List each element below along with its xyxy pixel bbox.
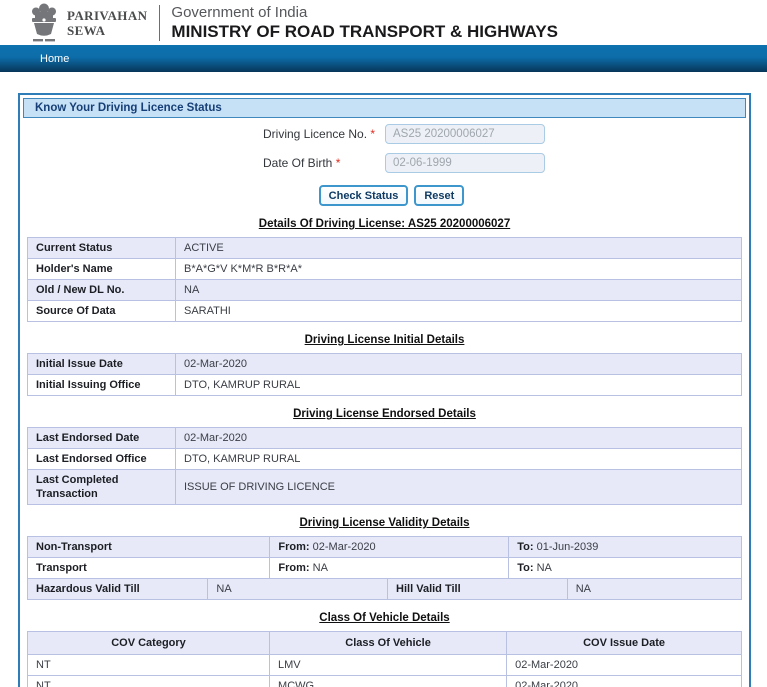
cov-table: COV Category Class Of Vehicle COV Issue … — [26, 631, 742, 687]
table-row: Initial Issue Date 02-Mar-2020 — [27, 353, 742, 375]
row-label: Initial Issuing Office — [27, 374, 176, 396]
validity-details-table: Non-Transport From: 02-Mar-2020 To: 01-J… — [27, 536, 742, 600]
validity-from-cell: From: NA — [270, 558, 510, 578]
table-header-row: COV Category Class Of Vehicle COV Issue … — [26, 631, 742, 655]
row-label: Hill Valid Till — [388, 579, 568, 599]
from-prefix: From: — [278, 541, 310, 553]
validity-from-cell: From: 02-Mar-2020 — [270, 537, 510, 557]
dl-number-row: Driving Licence No. * — [27, 124, 742, 144]
to-value: 01-Jun-2039 — [536, 541, 599, 553]
page-title: Know Your Driving Licence Status — [23, 98, 746, 118]
to-value: NA — [536, 562, 552, 574]
column-header: COV Category — [26, 631, 271, 655]
cov-issue-date-cell: 02-Mar-2020 — [506, 675, 742, 687]
row-label: Old / New DL No. — [27, 279, 176, 301]
dob-input[interactable] — [385, 153, 545, 173]
row-value: DTO, KAMRUP RURAL — [175, 374, 742, 396]
to-prefix: To: — [517, 562, 534, 574]
initial-details-heading: Driving License Initial Details — [304, 334, 465, 346]
required-asterisk: * — [335, 156, 341, 170]
nav-home-link[interactable]: Home — [40, 53, 69, 65]
row-value: DTO, KAMRUP RURAL — [175, 448, 742, 470]
from-prefix: From: — [278, 562, 310, 574]
table-row: NT LMV 02-Mar-2020 — [26, 654, 742, 676]
table-row: Current Status ACTIVE — [27, 237, 742, 259]
cov-issue-date-cell: 02-Mar-2020 — [506, 654, 742, 676]
site-header: PARIVAHAN SEWA Government of India MINIS… — [0, 0, 767, 45]
dob-label-text: Date Of Birth — [263, 156, 333, 170]
ministry-title: MINISTRY OF ROAD TRANSPORT & HIGHWAYS — [171, 21, 559, 41]
row-label: Initial Issue Date — [27, 353, 176, 375]
row-label: Last Endorsed Office — [27, 448, 176, 470]
row-label: Non-Transport — [28, 537, 271, 557]
row-value: NA — [208, 579, 389, 599]
row-label: Last Endorsed Date — [27, 427, 176, 449]
to-prefix: To: — [517, 541, 534, 553]
table-row: Initial Issuing Office DTO, KAMRUP RURAL — [27, 374, 742, 396]
brand-line1: PARIVAHAN — [67, 7, 148, 23]
cov-class-cell: MCWG — [269, 675, 508, 687]
dob-row: Date Of Birth * — [27, 153, 742, 173]
cov-category-cell: NT — [26, 654, 271, 676]
brand-wordmark: PARIVAHAN SEWA — [67, 8, 147, 38]
table-row: Holder's Name B*A*G*V K*M*R B*R*A* — [27, 258, 742, 280]
brand-line2: SEWA — [67, 22, 106, 38]
endorsed-details-table: Last Endorsed Date 02-Mar-2020 Last Endo… — [27, 427, 742, 505]
required-asterisk: * — [370, 127, 376, 141]
row-value: B*A*G*V K*M*R B*R*A* — [175, 258, 742, 280]
row-value: NA — [575, 583, 591, 595]
check-status-button[interactable]: Check Status — [318, 185, 409, 206]
government-title: Government of India — [171, 3, 308, 21]
table-row: Last Endorsed Office DTO, KAMRUP RURAL — [27, 448, 742, 470]
cov-category-cell: NT — [26, 675, 271, 687]
content-panel: Know Your Driving Licence Status Driving… — [18, 93, 751, 687]
endorsed-details-heading: Driving License Endorsed Details — [293, 408, 476, 420]
table-row: Hazardous Valid Till NA Hill Valid Till … — [28, 578, 741, 599]
table-row: Old / New DL No. NA — [27, 279, 742, 301]
table-row: NT MCWG 02-Mar-2020 — [26, 675, 742, 687]
national-emblem-icon — [32, 3, 56, 41]
initial-details-table: Initial Issue Date 02-Mar-2020 Initial I… — [27, 353, 742, 396]
main-navbar: Home — [0, 45, 767, 72]
details-heading: Details Of Driving License: AS25 2020000… — [258, 218, 511, 230]
row-value: 02-Mar-2020 — [175, 353, 742, 375]
cov-heading: Class Of Vehicle Details — [319, 612, 450, 624]
row-label: Hazardous Valid Till — [28, 579, 209, 599]
dob-label: Date Of Birth * — [263, 156, 385, 170]
row-label: Holder's Name — [27, 258, 176, 280]
table-row: Last Endorsed Date 02-Mar-2020 — [27, 427, 742, 449]
table-row: Transport From: NA To: NA — [28, 557, 741, 578]
table-row: Last Completed Transaction ISSUE OF DRIV… — [27, 469, 742, 505]
row-label: Source Of Data — [27, 300, 176, 322]
row-value: SARATHI — [175, 300, 742, 322]
table-row: Non-Transport From: 02-Mar-2020 To: 01-J… — [28, 537, 741, 557]
row-label: Last Completed Transaction — [27, 469, 176, 505]
row-value: 02-Mar-2020 — [175, 427, 742, 449]
spacer — [0, 72, 767, 93]
dl-number-label: Driving Licence No. * — [263, 127, 385, 141]
row-value: NA — [175, 279, 742, 301]
validity-to-cell: To: 01-Jun-2039 — [509, 537, 741, 557]
from-value: NA — [312, 562, 328, 574]
dl-number-input[interactable] — [385, 124, 545, 144]
column-header: COV Issue Date — [506, 631, 742, 655]
column-header: Class Of Vehicle — [269, 631, 508, 655]
reset-button[interactable]: Reset — [414, 185, 465, 206]
header-divider — [159, 4, 161, 41]
row-label: Current Status — [27, 237, 176, 259]
table-row: Source Of Data SARATHI — [27, 300, 742, 322]
row-value: ACTIVE — [175, 237, 742, 259]
details-table: Current Status ACTIVE Holder's Name B*A*… — [27, 237, 742, 322]
row-value: ISSUE OF DRIVING LICENCE — [175, 469, 742, 505]
from-value: 02-Mar-2020 — [312, 541, 376, 553]
cov-class-cell: LMV — [269, 654, 508, 676]
validity-details-heading: Driving License Validity Details — [299, 517, 470, 529]
validity-to-cell: To: NA — [509, 558, 741, 578]
row-label: Transport — [28, 558, 271, 578]
dl-number-label-text: Driving Licence No. — [263, 127, 368, 141]
